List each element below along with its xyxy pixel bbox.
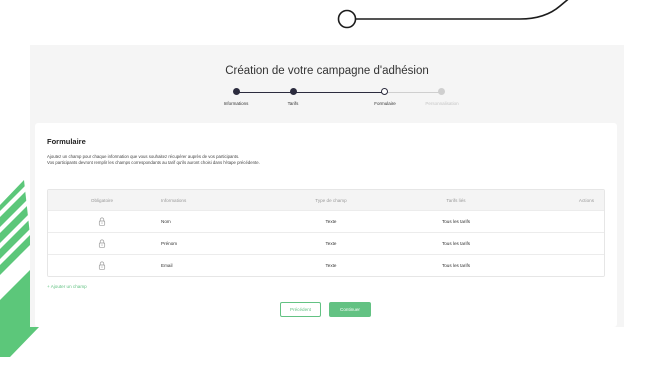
cell-information: Prénom [161,241,178,246]
table-row: Email Texte Tous les tarifs [48,254,604,276]
form-description-line: Vos participants devront remplir les cha… [47,160,260,165]
table-row: Nom Texte Tous les tarifs [48,210,604,232]
required-cell [48,261,156,271]
lock-icon [98,217,106,226]
cell-type: Texte [325,219,337,224]
step-dot-personnalisation [438,88,445,95]
table-header: Obligatoire Informations Type de champ T… [48,190,604,210]
step-label-personnalisation: Personnalisation [425,101,459,106]
header-tarifs: Tarifs liés [446,197,466,203]
step-connector [236,92,293,93]
step-dot-informations[interactable] [233,88,240,95]
step-label-informations[interactable]: Informations [224,101,249,106]
header-informations: Informations [161,197,187,203]
lock-icon [98,239,106,248]
cell-type: Texte [325,241,337,246]
cell-information: Nom [161,219,171,224]
step-connector [387,92,439,93]
header-type: Type de champ [315,197,347,203]
step-label-formulaire[interactable]: Formulaire [374,101,396,106]
cell-information: Email [161,263,173,268]
required-cell [48,217,156,227]
lock-icon [98,261,106,270]
add-field-link[interactable]: + Ajouter un champ [47,284,87,289]
cell-tarifs: Tous les tarifs [441,263,471,268]
header-obligatoire: Obligatoire [90,197,114,203]
form-card: Formulaire Ajoutez un champ pour chaque … [35,123,617,327]
step-connector [293,92,387,93]
step-label-tarifs[interactable]: Tarifs [288,101,299,106]
previous-button[interactable]: Précédent [280,302,321,317]
cell-tarifs: Tous les tarifs [441,241,471,246]
form-description: Ajoutez un champ pour chaque information… [47,154,260,166]
required-cell [48,239,156,249]
page-title: Création de votre campagne d'adhésion [225,65,429,77]
cell-tarifs: Tous les tarifs [441,219,471,224]
fields-table: Obligatoire Informations Type de champ T… [47,189,605,277]
step-dot-tarifs[interactable] [290,88,297,95]
form-title: Formulaire [47,137,86,146]
stepper: Informations Tarifs Formulaire Personnal… [30,87,624,117]
continue-button[interactable]: Continuer [329,302,371,317]
step-dot-formulaire[interactable] [381,88,388,95]
table-row: Prénom Texte Tous les tarifs [48,232,604,254]
cell-type: Texte [325,263,337,268]
decorative-connector-line [337,0,569,29]
header-actions: Actions [578,197,594,203]
